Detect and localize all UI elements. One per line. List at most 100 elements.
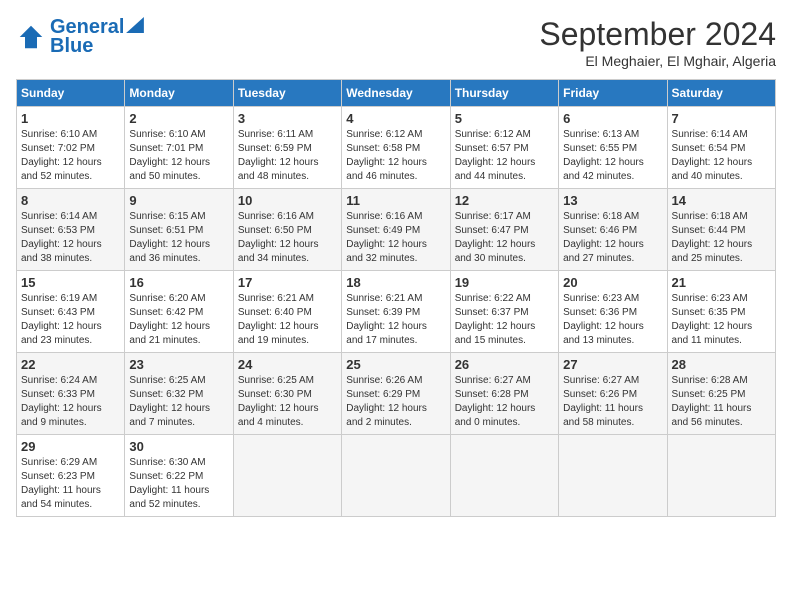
logo-icon [16, 22, 46, 52]
calendar-table: Sunday Monday Tuesday Wednesday Thursday… [16, 79, 776, 517]
table-row: 15 Sunrise: 6:19 AM Sunset: 6:43 PM Dayli… [17, 271, 125, 353]
table-row: 23 Sunrise: 6:25 AM Sunset: 6:32 PM Dayli… [125, 353, 233, 435]
table-row: 26 Sunrise: 6:27 AM Sunset: 6:28 PM Dayli… [450, 353, 558, 435]
day-info: Sunrise: 6:25 AM Sunset: 6:32 PM Dayligh… [129, 374, 228, 430]
table-row: 16 Sunrise: 6:20 AM Sunset: 6:42 PM Dayli… [125, 271, 233, 353]
logo: General Blue [16, 16, 144, 58]
day-number: 15 [21, 275, 120, 290]
day-info: Sunrise: 6:20 AM Sunset: 6:42 PM Dayligh… [129, 292, 228, 348]
calendar-header-row: Sunday Monday Tuesday Wednesday Thursday… [17, 80, 776, 107]
col-wednesday: Wednesday [342, 80, 450, 107]
day-number: 21 [672, 275, 771, 290]
table-row: 22 Sunrise: 6:24 AM Sunset: 6:33 PM Dayli… [17, 353, 125, 435]
day-info: Sunrise: 6:25 AM Sunset: 6:30 PM Dayligh… [238, 374, 337, 430]
table-row: 8Sunrise: 6:14 AM Sunset: 6:53 PM Daylig… [17, 189, 125, 271]
day-number: 17 [238, 275, 337, 290]
day-info: Sunrise: 6:12 AM Sunset: 6:58 PM Dayligh… [346, 128, 445, 184]
table-row [450, 435, 558, 517]
table-row [233, 435, 341, 517]
table-row: 18Sunrise: 6:21 AM Sunset: 6:39 PM Dayli… [342, 271, 450, 353]
table-row: 28Sunrise: 6:28 AM Sunset: 6:25 PM Dayli… [667, 353, 775, 435]
day-number: 12 [455, 193, 554, 208]
day-number: 29 [21, 439, 120, 454]
table-row: 30 Sunrise: 6:30 AM Sunset: 6:22 PM Dayli… [125, 435, 233, 517]
day-number: 19 [455, 275, 554, 290]
day-info: Sunrise: 6:22 AM Sunset: 6:37 PM Dayligh… [455, 292, 554, 348]
day-info: Sunrise: 6:21 AM Sunset: 6:40 PM Dayligh… [238, 292, 337, 348]
day-info: Sunrise: 6:13 AM Sunset: 6:55 PM Dayligh… [563, 128, 662, 184]
page-header: General Blue September 2024 El Meghaier,… [16, 16, 776, 69]
day-number: 5 [455, 111, 554, 126]
day-info: Sunrise: 6:23 AM Sunset: 6:35 PM Dayligh… [672, 292, 771, 348]
day-info: Sunrise: 6:30 AM Sunset: 6:22 PM Dayligh… [129, 456, 228, 512]
table-row: 2 Sunrise: 6:10 AM Sunset: 7:01 PM Daylig… [125, 107, 233, 189]
table-row: 13 Sunrise: 6:18 AM Sunset: 6:46 PM Dayli… [559, 189, 667, 271]
calendar-week-row: 8Sunrise: 6:14 AM Sunset: 6:53 PM Daylig… [17, 189, 776, 271]
table-row: 14 Sunrise: 6:18 AM Sunset: 6:44 PM Dayli… [667, 189, 775, 271]
table-row: 29 Sunrise: 6:29 AM Sunset: 6:23 PM Dayli… [17, 435, 125, 517]
day-number: 28 [672, 357, 771, 372]
day-number: 30 [129, 439, 228, 454]
col-monday: Monday [125, 80, 233, 107]
day-info: Sunrise: 6:10 AM Sunset: 7:01 PM Dayligh… [129, 128, 228, 184]
col-saturday: Saturday [667, 80, 775, 107]
table-row: 3Sunrise: 6:11 AM Sunset: 6:59 PM Daylig… [233, 107, 341, 189]
day-number: 4 [346, 111, 445, 126]
col-thursday: Thursday [450, 80, 558, 107]
table-row: 25 Sunrise: 6:26 AM Sunset: 6:29 PM Dayli… [342, 353, 450, 435]
day-info: Sunrise: 6:27 AM Sunset: 6:28 PM Dayligh… [455, 374, 554, 430]
col-tuesday: Tuesday [233, 80, 341, 107]
day-info: Sunrise: 6:14 AM Sunset: 6:54 PM Dayligh… [672, 128, 771, 184]
col-sunday: Sunday [17, 80, 125, 107]
table-row: 6 Sunrise: 6:13 AM Sunset: 6:55 PM Daylig… [559, 107, 667, 189]
calendar-week-row: 22 Sunrise: 6:24 AM Sunset: 6:33 PM Dayli… [17, 353, 776, 435]
calendar-week-row: 15 Sunrise: 6:19 AM Sunset: 6:43 PM Dayli… [17, 271, 776, 353]
day-info: Sunrise: 6:26 AM Sunset: 6:29 PM Dayligh… [346, 374, 445, 430]
table-row [559, 435, 667, 517]
table-row [342, 435, 450, 517]
day-number: 16 [129, 275, 228, 290]
table-row [667, 435, 775, 517]
table-row: 11Sunrise: 6:16 AM Sunset: 6:49 PM Dayli… [342, 189, 450, 271]
day-info: Sunrise: 6:16 AM Sunset: 6:49 PM Dayligh… [346, 210, 445, 266]
day-number: 14 [672, 193, 771, 208]
day-number: 7 [672, 111, 771, 126]
day-info: Sunrise: 6:14 AM Sunset: 6:53 PM Dayligh… [21, 210, 120, 266]
day-number: 22 [21, 357, 120, 372]
day-info: Sunrise: 6:18 AM Sunset: 6:46 PM Dayligh… [563, 210, 662, 266]
day-info: Sunrise: 6:19 AM Sunset: 6:43 PM Dayligh… [21, 292, 120, 348]
table-row: 5 Sunrise: 6:12 AM Sunset: 6:57 PM Daylig… [450, 107, 558, 189]
table-row: 1Sunrise: 6:10 AM Sunset: 7:02 PM Daylig… [17, 107, 125, 189]
day-info: Sunrise: 6:15 AM Sunset: 6:51 PM Dayligh… [129, 210, 228, 266]
logo-triangle-icon [126, 17, 144, 33]
title-block: September 2024 El Meghaier, El Mghair, A… [539, 16, 776, 69]
day-info: Sunrise: 6:24 AM Sunset: 6:33 PM Dayligh… [21, 374, 120, 430]
calendar-week-row: 1Sunrise: 6:10 AM Sunset: 7:02 PM Daylig… [17, 107, 776, 189]
day-number: 10 [238, 193, 337, 208]
table-row: 12 Sunrise: 6:17 AM Sunset: 6:47 PM Dayli… [450, 189, 558, 271]
day-number: 9 [129, 193, 228, 208]
day-info: Sunrise: 6:29 AM Sunset: 6:23 PM Dayligh… [21, 456, 120, 512]
day-info: Sunrise: 6:16 AM Sunset: 6:50 PM Dayligh… [238, 210, 337, 266]
day-number: 2 [129, 111, 228, 126]
day-info: Sunrise: 6:10 AM Sunset: 7:02 PM Dayligh… [21, 128, 120, 184]
day-number: 25 [346, 357, 445, 372]
month-title: September 2024 [539, 16, 776, 53]
calendar-week-row: 29 Sunrise: 6:29 AM Sunset: 6:23 PM Dayli… [17, 435, 776, 517]
table-row: 17 Sunrise: 6:21 AM Sunset: 6:40 PM Dayli… [233, 271, 341, 353]
day-number: 13 [563, 193, 662, 208]
day-info: Sunrise: 6:17 AM Sunset: 6:47 PM Dayligh… [455, 210, 554, 266]
day-number: 6 [563, 111, 662, 126]
day-info: Sunrise: 6:18 AM Sunset: 6:44 PM Dayligh… [672, 210, 771, 266]
table-row: 7 Sunrise: 6:14 AM Sunset: 6:54 PM Daylig… [667, 107, 775, 189]
day-info: Sunrise: 6:21 AM Sunset: 6:39 PM Dayligh… [346, 292, 445, 348]
table-row: 19 Sunrise: 6:22 AM Sunset: 6:37 PM Dayli… [450, 271, 558, 353]
day-info: Sunrise: 6:12 AM Sunset: 6:57 PM Dayligh… [455, 128, 554, 184]
table-row: 4 Sunrise: 6:12 AM Sunset: 6:58 PM Daylig… [342, 107, 450, 189]
table-row: 10 Sunrise: 6:16 AM Sunset: 6:50 PM Dayli… [233, 189, 341, 271]
table-row: 20Sunrise: 6:23 AM Sunset: 6:36 PM Dayli… [559, 271, 667, 353]
table-row: 21 Sunrise: 6:23 AM Sunset: 6:35 PM Dayli… [667, 271, 775, 353]
day-info: Sunrise: 6:27 AM Sunset: 6:26 PM Dayligh… [563, 374, 662, 430]
day-number: 26 [455, 357, 554, 372]
day-number: 23 [129, 357, 228, 372]
